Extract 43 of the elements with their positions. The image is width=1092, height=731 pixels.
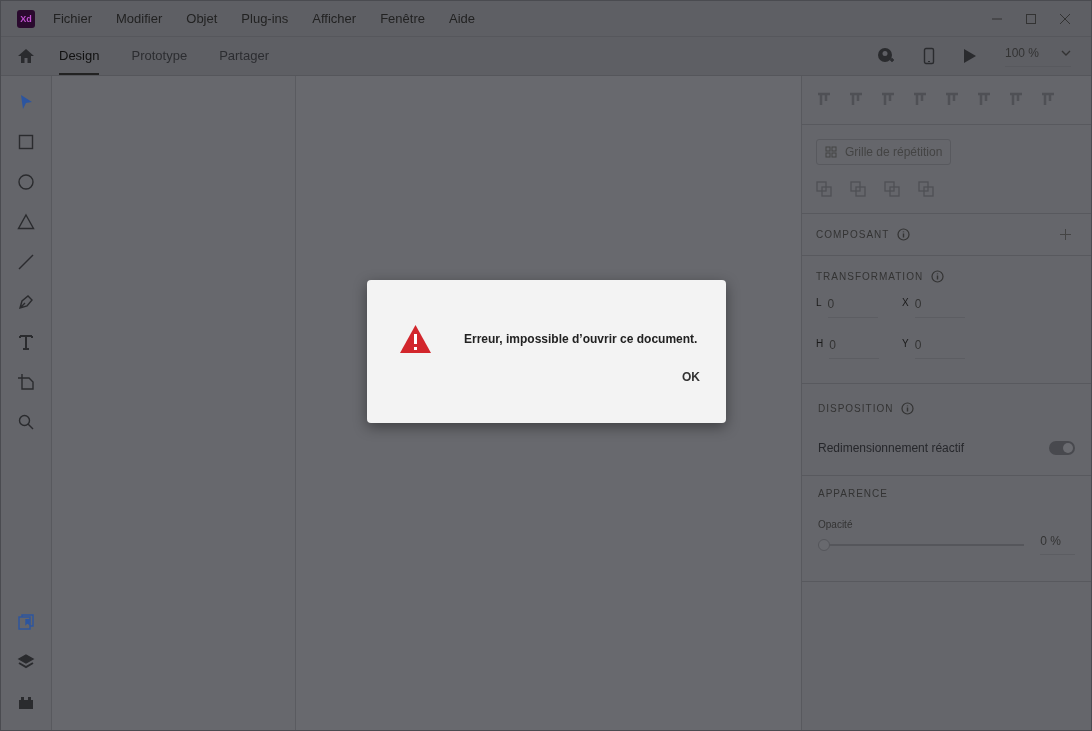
error-message: Erreur, impossible d’ouvrir ce document. [464, 332, 698, 346]
ellipse-icon [17, 172, 35, 191]
menu-item[interactable]: Afficher [312, 11, 357, 26]
number-field[interactable]: 0 [827, 297, 878, 318]
rectangle-icon [17, 132, 35, 151]
section-title: TRANSFORMATION [816, 271, 924, 282]
menu-item[interactable]: Aide [448, 11, 475, 26]
field-label: X [902, 297, 909, 308]
menu-item[interactable]: Modifier [116, 11, 163, 26]
menu-item[interactable]: Plug-ins [241, 11, 289, 26]
field-label: Y [902, 338, 909, 349]
close-icon[interactable] [1059, 12, 1071, 25]
field-label: L [816, 297, 822, 308]
maximize-icon[interactable] [1025, 12, 1037, 25]
line-icon [17, 252, 35, 271]
artboard-icon [17, 372, 35, 391]
pen-icon [17, 292, 35, 311]
add-icon[interactable] [1060, 229, 1071, 240]
chevron-down-icon [1061, 49, 1071, 56]
triangle-icon [17, 212, 35, 231]
app-logo: Xd [17, 9, 35, 28]
play-icon[interactable] [962, 48, 977, 64]
layers-icon [17, 652, 35, 671]
section-title: COMPOSANT [816, 229, 890, 240]
ok-button[interactable]: OK [682, 366, 700, 388]
field-label: H [816, 338, 824, 349]
info-icon [897, 228, 911, 241]
phone-icon[interactable] [922, 47, 935, 65]
grid-icon [825, 146, 837, 158]
toggle-label: Redimensionnement réactif [818, 441, 965, 455]
menu-item[interactable]: Objet [186, 11, 218, 26]
search-icon [17, 412, 35, 431]
info-icon [931, 270, 945, 283]
section-title: DISPOSITION [818, 403, 894, 414]
warning-icon [399, 324, 432, 354]
info-icon [901, 402, 915, 415]
section-title: APPARENCE [818, 488, 889, 499]
library-icon [17, 612, 35, 631]
home-icon[interactable] [17, 47, 35, 65]
text-tool-icon [17, 332, 35, 351]
toggle-switch[interactable] [1049, 441, 1075, 455]
menu-item[interactable]: Fenêtre [380, 11, 425, 26]
menu-item[interactable]: Fichier [53, 11, 92, 26]
